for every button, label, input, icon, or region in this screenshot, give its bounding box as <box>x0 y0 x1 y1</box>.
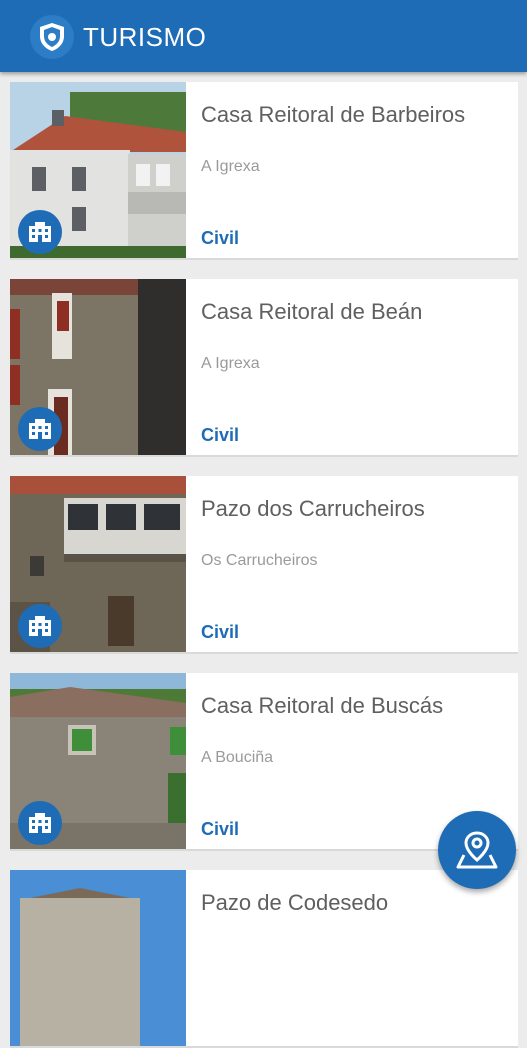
list-item[interactable]: Casa Reitoral de Beán A Igrexa Civil <box>10 279 518 457</box>
item-name: Pazo dos Carrucheiros <box>201 496 425 521</box>
item-category: Civil <box>201 622 240 642</box>
item-place: Os Carrucheiros <box>201 552 318 569</box>
building-icon <box>18 801 62 845</box>
item-place: A Igrexa <box>201 158 260 175</box>
list-item[interactable]: Pazo dos Carrucheiros Os Carrucheiros Ci… <box>10 476 518 654</box>
item-place: A Igrexa <box>201 355 260 372</box>
app-header: TURISMO <box>0 0 527 72</box>
building-icon <box>18 210 62 254</box>
building-icon <box>18 407 62 451</box>
list-item[interactable]: Pazo de Codesedo <box>10 870 518 1048</box>
item-place: A Bouciña <box>201 749 274 766</box>
item-name: Casa Reitoral de Barbeiros <box>201 102 466 127</box>
item-category: Civil <box>201 819 240 839</box>
list-item[interactable]: Casa Reitoral de Buscás A Bouciña Civil <box>10 673 518 851</box>
app-title: TURISMO <box>83 22 207 52</box>
building-icon <box>18 604 62 648</box>
item-name: Casa Reitoral de Buscás <box>201 693 444 718</box>
item-name: Casa Reitoral de Beán <box>201 299 423 324</box>
map-pin-icon <box>456 831 498 869</box>
map-button[interactable] <box>438 811 516 889</box>
item-category: Civil <box>201 425 240 445</box>
list-item[interactable]: Casa Reitoral de Barbeiros A Igrexa Civi… <box>10 82 518 260</box>
item-name: Pazo de Codesedo <box>201 890 389 915</box>
building-photo <box>10 870 186 1046</box>
shield-icon[interactable] <box>30 15 74 59</box>
item-category: Civil <box>201 228 240 248</box>
